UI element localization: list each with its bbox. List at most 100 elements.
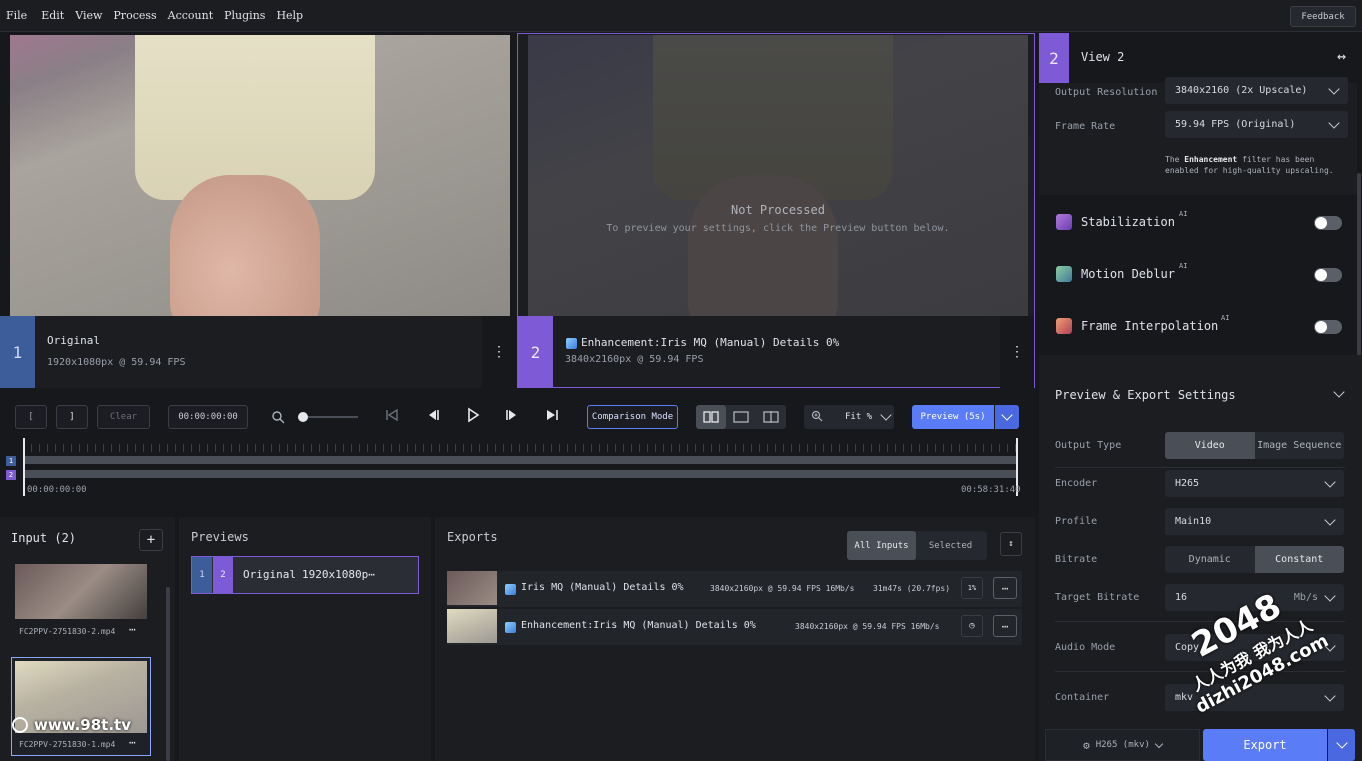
note-prefix: The (1165, 155, 1185, 164)
comparison-mode-button[interactable]: Comparison Mode (587, 405, 678, 429)
dim-legs-image (688, 175, 838, 316)
view-2-frame[interactable]: Not Processed To preview your settings, … (517, 33, 1035, 388)
menu-item-account[interactable]: Account (168, 9, 213, 22)
zoom-slider[interactable] (298, 412, 358, 422)
preview-item-view-2: 2 (213, 557, 233, 593)
watermark-left: www.98t.tv (12, 716, 131, 734)
mark-in-button[interactable]: [ (15, 405, 47, 429)
play-icon[interactable] (465, 407, 483, 427)
not-processed-title: Not Processed (731, 203, 825, 217)
step-forward-icon[interactable] (504, 407, 522, 427)
menu-item-edit[interactable]: Edit (41, 9, 64, 22)
preview-item[interactable]: 1 2 Original 1920x1080p⋯ (191, 556, 419, 594)
input-file-1-more-icon[interactable]: ⋯ (129, 623, 136, 636)
menu-item-view[interactable]: View (75, 9, 102, 22)
add-input-button[interactable]: + (139, 529, 163, 551)
profile-label: Profile (1055, 516, 1098, 527)
feedback-button[interactable]: Feedback (1290, 6, 1356, 27)
zoom-dropdown[interactable]: Fit % (804, 405, 894, 429)
preview-options-button[interactable] (995, 405, 1019, 429)
step-back-icon[interactable] (425, 407, 443, 427)
view-1-number[interactable]: 1 (0, 316, 35, 388)
zoom-in-icon (811, 410, 823, 425)
bitrate-dynamic[interactable]: Dynamic (1165, 546, 1255, 573)
view-1-infobar: 1 Original 1920x1080px @ 59.94 FPS ⋮ (0, 316, 516, 388)
side-by-side-icon[interactable] (696, 405, 726, 429)
preview-item-view-1: 1 (192, 557, 212, 593)
chevron-down-icon (1001, 409, 1013, 421)
motion-deblur-toggle[interactable] (1314, 268, 1342, 282)
zoom-slider-handle[interactable] (298, 412, 308, 422)
output-type-video[interactable]: Video (1165, 432, 1255, 459)
input-file-1-name: FC2PPV-2751830-2.mp4 (19, 627, 116, 636)
frame-rate-select[interactable]: 59.94 FPS (Original) (1165, 111, 1348, 138)
format-summary-button[interactable]: ⚙ H265 (mkv) (1045, 729, 1200, 761)
timeline[interactable]: 1 2 00:00:00:00 00:58:31:40 (0, 436, 1035, 498)
stabilization-toggle[interactable] (1314, 216, 1342, 230)
encoder-label: Encoder (1055, 478, 1098, 489)
motion-deblur-icon (1056, 266, 1072, 282)
view-2-preview: Not Processed To preview your settings, … (528, 35, 1028, 316)
target-bitrate-label: Target Bitrate (1055, 592, 1140, 603)
clear-button[interactable]: Clear (97, 405, 150, 429)
track-2-bar[interactable] (23, 470, 1018, 478)
single-view-icon[interactable] (726, 405, 756, 429)
collapse-chevron-icon[interactable] (1333, 386, 1345, 398)
go-start-icon[interactable] (384, 407, 402, 427)
sort-icon[interactable]: ↕ (1000, 532, 1022, 556)
timecode-field[interactable]: 00:00:00:00 (168, 405, 248, 429)
zoom-search-icon[interactable] (265, 405, 291, 429)
split-view-icon[interactable] (756, 405, 786, 429)
input-item-2[interactable]: FC2PPV-2751830-1.mp4 ⋯ (11, 657, 151, 756)
exports-panel: Exports All Inputs Selected ↕ Iris MQ (M… (435, 517, 1035, 761)
frame-rate-value: 59.94 FPS (Original) (1175, 119, 1296, 130)
go-end-icon[interactable] (544, 407, 562, 427)
mark-out-button[interactable]: ] (56, 405, 88, 429)
timeline-start-time: 00:00:00:00 (27, 485, 87, 495)
filters-scrollbar[interactable] (1357, 173, 1361, 373)
filter-stabilization[interactable]: Stabilization AI (1039, 201, 1357, 247)
export-row-1-thumb (447, 571, 497, 605)
export-row-2-more-button[interactable]: ⋯ (993, 615, 1017, 637)
container-label: Container (1055, 692, 1110, 703)
preview-button[interactable]: Preview (5s) (912, 405, 994, 429)
tab-selected[interactable]: Selected (916, 531, 985, 560)
view-2-more-icon[interactable]: ⋮ (1000, 316, 1034, 388)
export-row-1-more-button[interactable]: ⋯ (993, 577, 1017, 599)
menu-item-plugins[interactable]: Plugins (224, 9, 265, 22)
frame-interpolation-toggle[interactable] (1314, 320, 1342, 334)
export-row-2[interactable]: Enhancement:Iris MQ (Manual) Details 0% … (447, 609, 1022, 645)
input-thumb-1[interactable] (15, 564, 147, 619)
chevron-down-icon (1328, 82, 1340, 95)
output-type-image-sequence[interactable]: Image Sequence (1255, 432, 1345, 459)
input-file-2-more-icon[interactable]: ⋯ (129, 736, 136, 749)
export-options-button[interactable] (1328, 729, 1355, 761)
chevron-down-icon (1324, 589, 1336, 602)
input-title: Input (2) (11, 531, 77, 545)
watermark-left-text: www.98t.tv (34, 716, 132, 734)
input-scrollbar[interactable] (166, 587, 170, 761)
view-1-frame[interactable] (10, 35, 510, 316)
menu-item-help[interactable]: Help (276, 9, 303, 22)
chevron-down-icon (880, 409, 892, 421)
menu-item-process[interactable]: Process (113, 9, 156, 22)
swap-icon[interactable]: ↔ (1337, 47, 1346, 65)
track-1-bar[interactable] (23, 456, 1018, 464)
playhead[interactable] (23, 438, 25, 496)
export-row-1[interactable]: Iris MQ (Manual) Details 0% 3840x2160px … (447, 571, 1022, 607)
view-1-info: 1920x1080px @ 59.94 FPS (47, 357, 186, 368)
chevron-down-icon (1324, 475, 1336, 488)
filter-motion-deblur[interactable]: Motion Deblur AI (1039, 253, 1357, 299)
view-2-number[interactable]: 2 (518, 316, 553, 388)
view-2-info: 3840x2160px @ 59.94 FPS (565, 354, 704, 365)
menu-item-file[interactable]: File (6, 9, 27, 22)
profile-select[interactable]: Main10 (1165, 508, 1344, 535)
view-tab-number[interactable]: 2 (1039, 33, 1069, 83)
encoder-select[interactable]: H265 (1165, 470, 1344, 497)
tab-all-inputs[interactable]: All Inputs (847, 531, 916, 560)
output-type-label: Output Type (1055, 440, 1122, 451)
view-1-more-icon[interactable]: ⋮ (482, 316, 516, 388)
filter-frame-interpolation[interactable]: Frame Interpolation AI (1039, 305, 1357, 351)
output-resolution-select[interactable]: 3840x2160 (2x Upscale) (1165, 77, 1348, 104)
export-row-2-status-icon: ◷ (961, 615, 983, 637)
